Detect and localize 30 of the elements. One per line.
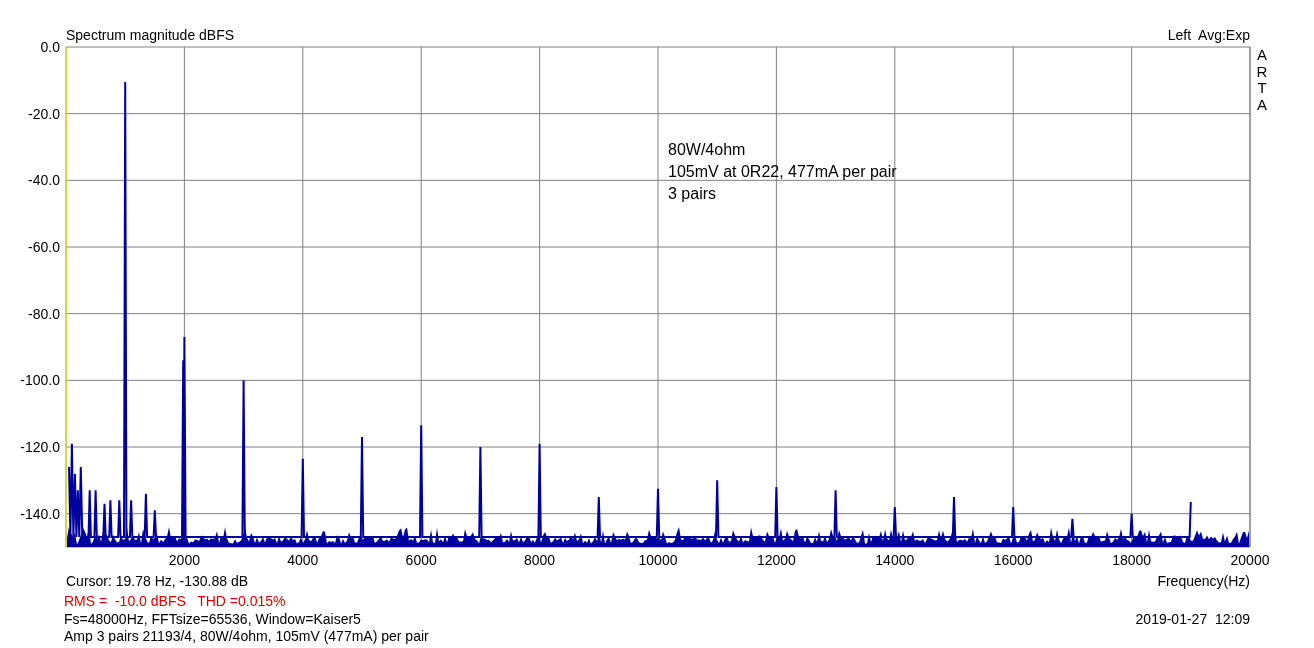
channel-info: Left Avg:Exp — [1167, 27, 1250, 43]
fft-settings: Fs=48000Hz, FFTsize=65536, Window=Kaiser5 — [64, 611, 361, 627]
x-tick-label: 4000 — [287, 552, 319, 568]
x-axis-label: Frequency(Hz) — [1157, 573, 1250, 589]
x-tick-label: 16000 — [993, 552, 1033, 568]
x-tick-label: 20000 — [1230, 552, 1270, 568]
x-tick-label: 6000 — [405, 552, 437, 568]
y-tick-label: -60.0 — [28, 239, 60, 255]
y-tick-label: -20.0 — [28, 105, 60, 122]
y-tick-label: -40.0 — [28, 172, 60, 189]
cursor-readout: Cursor: 19.78 Hz, -130.88 dB — [66, 573, 249, 589]
brand-label: ARTA — [1256, 46, 1268, 113]
x-tick-label: 2000 — [168, 552, 200, 568]
chart-title: Spectrum magnitude dBFS — [66, 27, 235, 43]
y-tick-label: -80.0 — [28, 305, 60, 322]
chart-annotation: 3 pairs — [668, 185, 717, 202]
y-tick-label: -100.0 — [20, 372, 60, 389]
x-tick-label: 18000 — [1112, 552, 1152, 568]
measurement-description: Amp 3 pairs 21193/4, 80W/4ohm, 105mV (477mA) per pair — [64, 628, 429, 644]
y-tick-label: 0.0 — [40, 39, 60, 55]
y-tick-label: -120.0 — [20, 439, 60, 455]
x-tick-label: 14000 — [875, 552, 915, 568]
chart-annotation: 80W/4ohm — [668, 141, 746, 158]
y-tick-label: -140.0 — [20, 505, 60, 522]
x-tick-label: 10000 — [638, 552, 678, 568]
rms-thd-readout: RMS = -10.0 dBFS THD =0.015% — [64, 593, 286, 609]
x-tick-label: 8000 — [524, 552, 556, 568]
chart-annotation: 105mV at 0R22, 477mA per pair — [668, 163, 897, 180]
x-tick-label: 12000 — [756, 552, 796, 568]
timestamp: 2019-01-27 12:09 — [1135, 611, 1250, 627]
